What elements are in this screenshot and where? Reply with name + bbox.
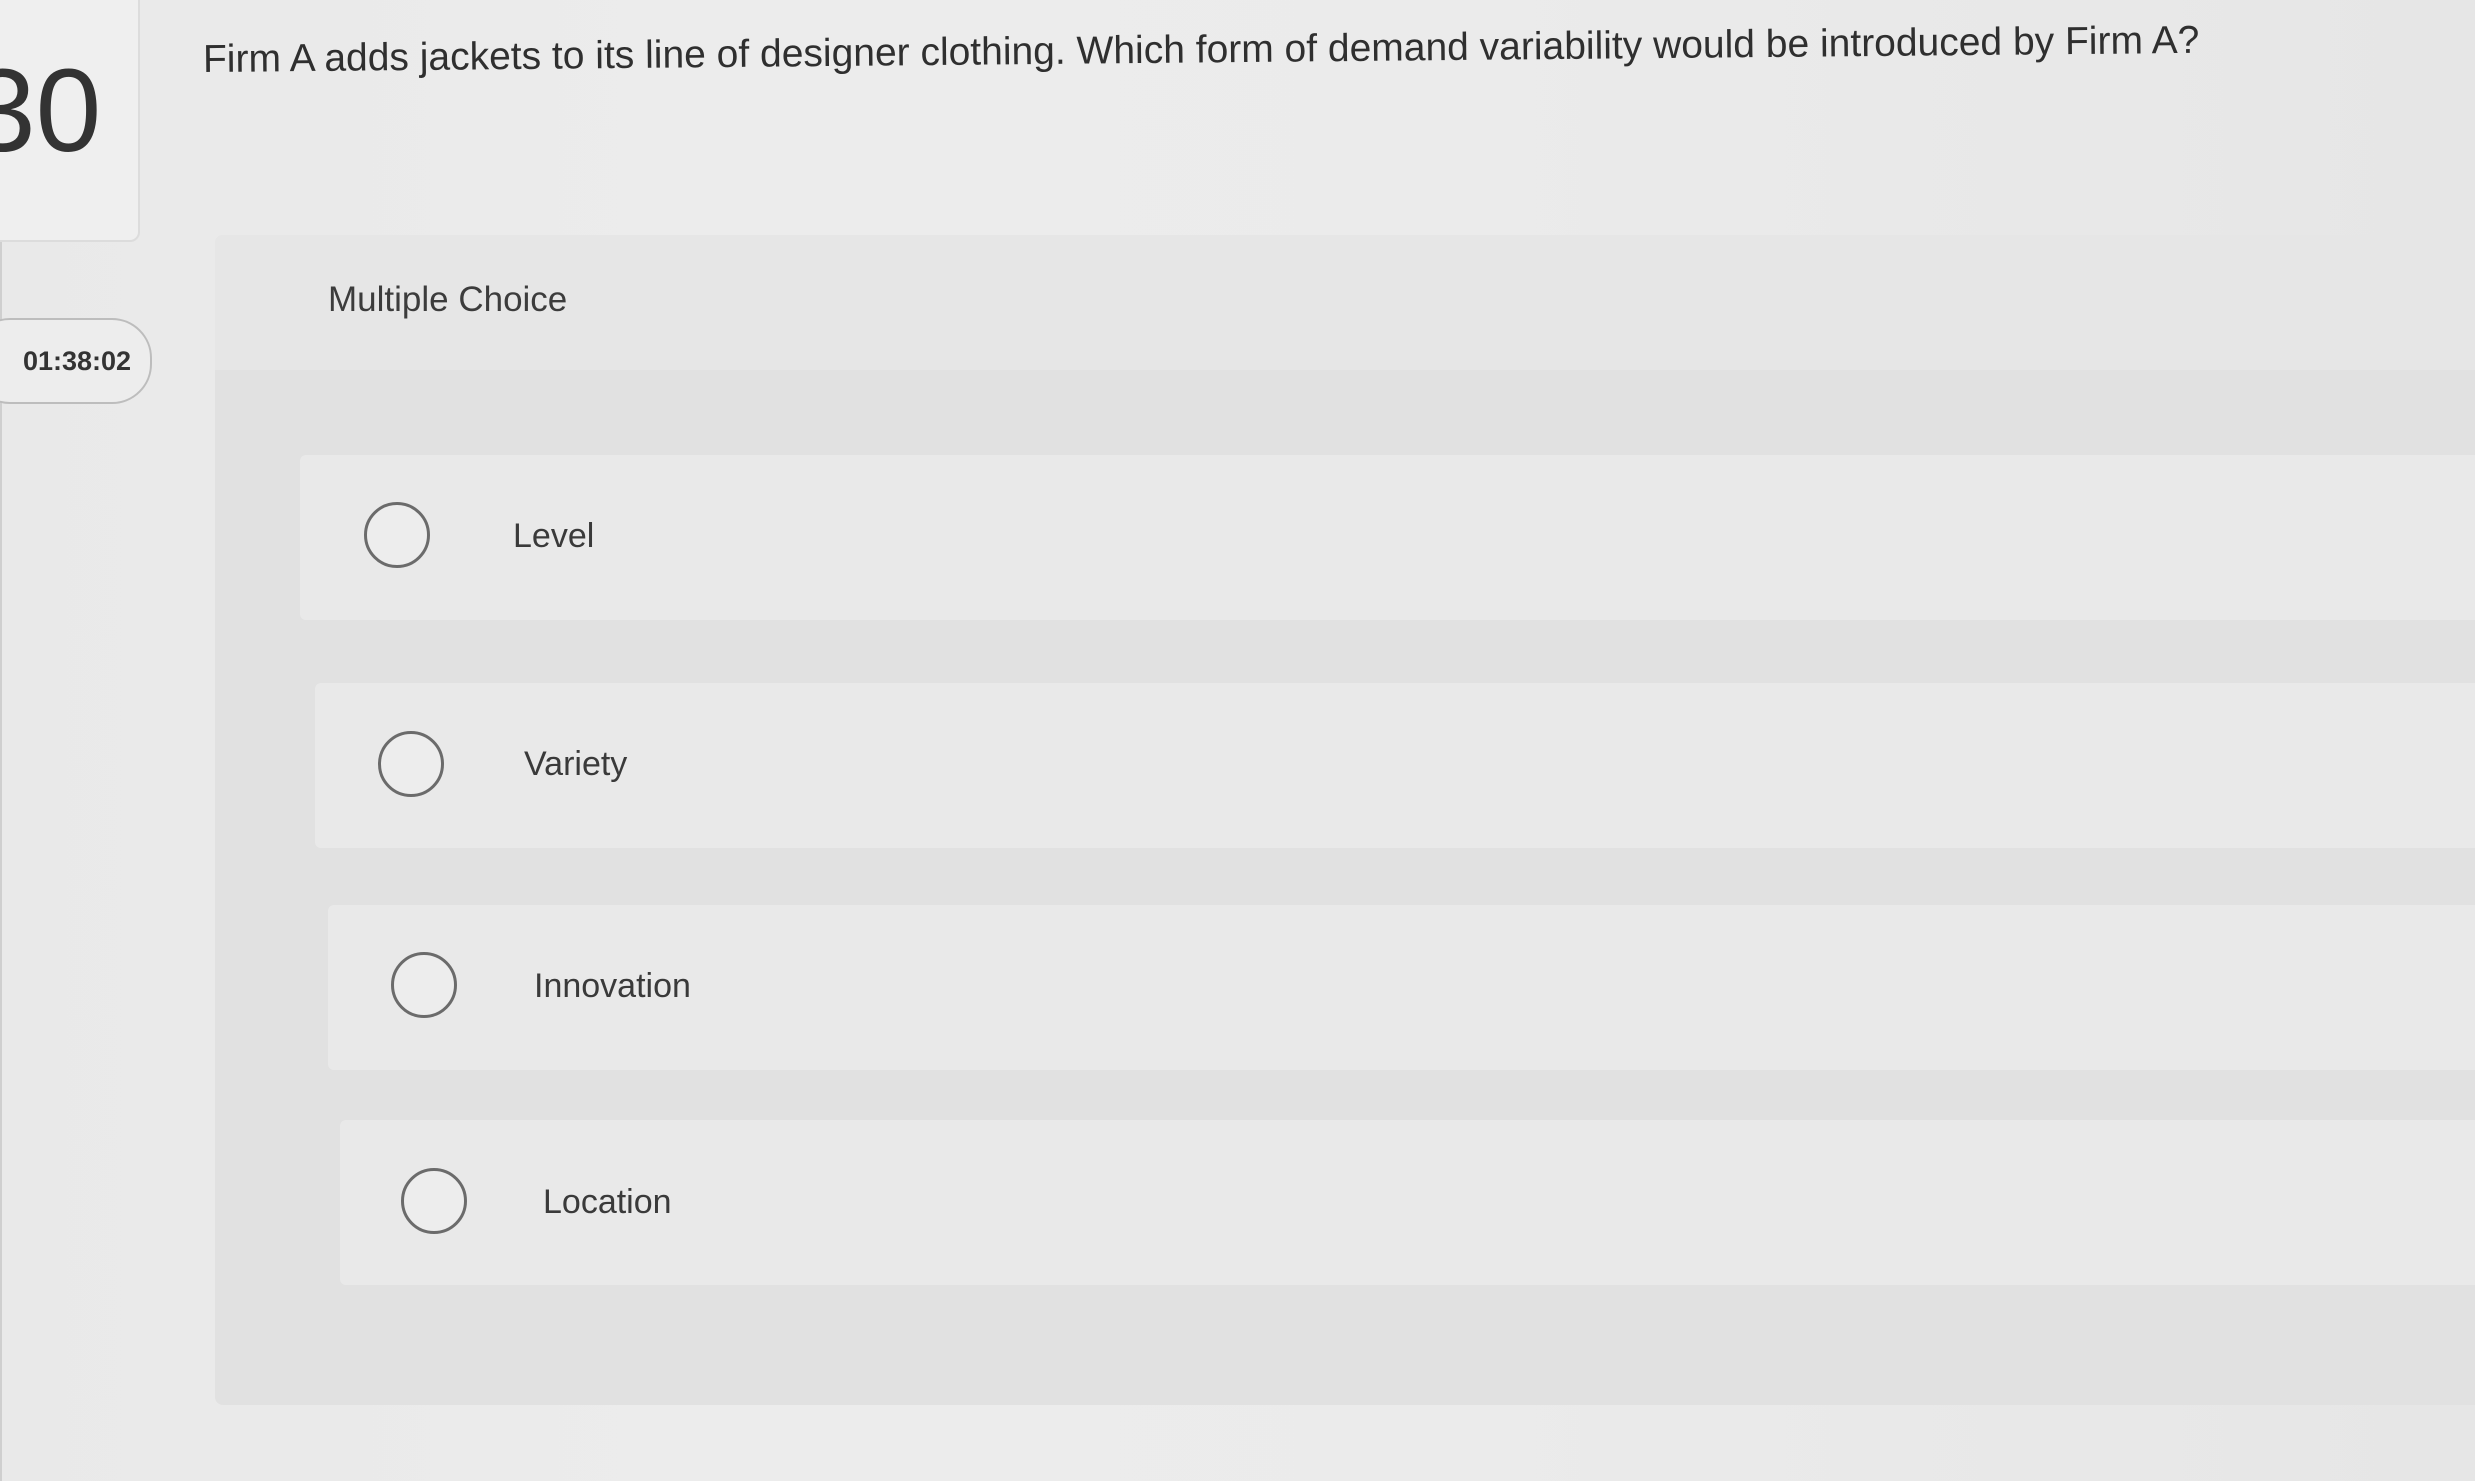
choice-level[interactable]: Level xyxy=(300,455,2475,620)
choice-location[interactable]: Location xyxy=(340,1120,2475,1285)
radio-variety[interactable] xyxy=(378,731,444,797)
radio-level[interactable] xyxy=(364,502,430,568)
choice-innovation[interactable]: Innovation xyxy=(328,905,2475,1070)
quiz-page: 30 01:38:02 Firm A adds jackets to its l… xyxy=(0,0,2475,1481)
question-number: 30 xyxy=(0,45,102,177)
choice-label-level: Level xyxy=(513,517,595,555)
choice-label-variety: Variety xyxy=(524,745,628,783)
multiple-choice-label: Multiple Choice xyxy=(328,280,568,319)
timer-badge[interactable]: 01:38:02 xyxy=(0,318,152,404)
radio-location[interactable] xyxy=(401,1168,467,1234)
question-text: Firm A adds jackets to its line of desig… xyxy=(202,18,2200,81)
choice-label-location: Location xyxy=(543,1183,672,1221)
choice-label-innovation: Innovation xyxy=(534,967,691,1005)
choice-variety[interactable]: Variety xyxy=(315,683,2475,848)
radio-innovation[interactable] xyxy=(391,952,457,1018)
